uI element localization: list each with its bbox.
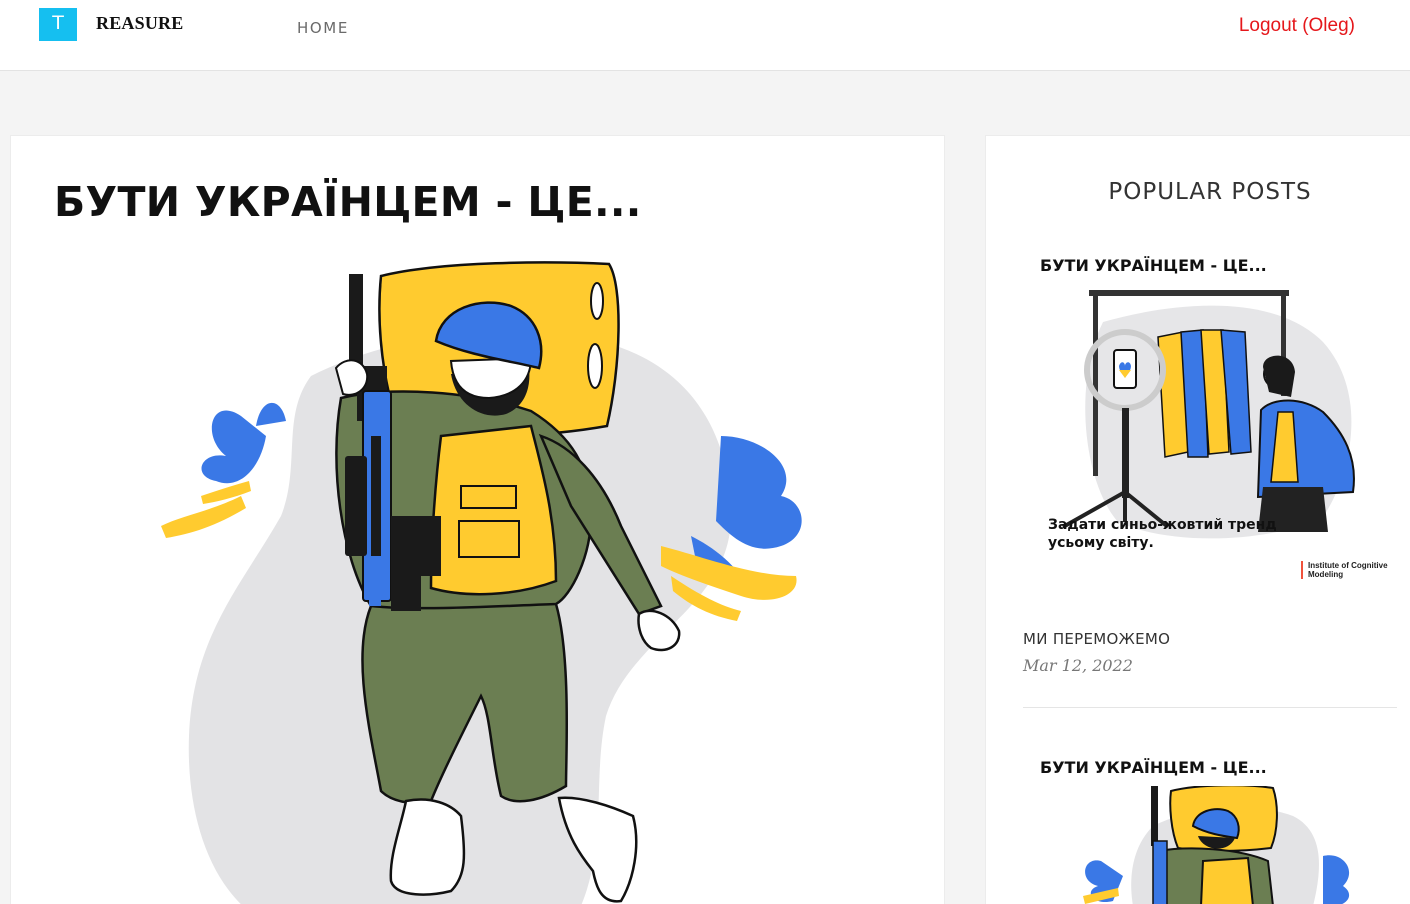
thumb-caption: Задати синьо-жовтий тренд усьому світу. bbox=[1048, 517, 1277, 551]
logo-text: REASURE bbox=[96, 13, 184, 33]
popular-posts-heading: POPULAR POSTS bbox=[1108, 179, 1312, 205]
top-navbar: T REASURE HOME Logout (Oleg) bbox=[0, 0, 1410, 71]
main-post-card: БУТИ УКРАЇНЦЕМ - ЦЕ... bbox=[10, 135, 945, 904]
fashion-rack-illustration bbox=[1062, 290, 1355, 539]
thumb-title: БУТИ УКРАЇНЦЕМ - ЦЕ... bbox=[1040, 256, 1267, 275]
popular-post-title[interactable]: МИ ПЕРЕМОЖЕМО bbox=[1023, 630, 1170, 648]
soldier-thumb-illustration bbox=[1083, 786, 1350, 904]
left-splash bbox=[161, 402, 286, 538]
thumb-credit: Institute of Cognitive Modeling bbox=[1301, 561, 1391, 579]
popular-post-date: Mar 12, 2022 bbox=[1023, 656, 1133, 675]
post-image-title: БУТИ УКРАЇНЦЕМ - ЦЕ... bbox=[54, 178, 642, 226]
logo-mark: T bbox=[39, 8, 77, 41]
tactical-vest bbox=[429, 424, 558, 596]
site-logo[interactable]: T REASURE bbox=[39, 8, 183, 41]
soldier-illustration bbox=[161, 261, 802, 904]
post-divider bbox=[1023, 707, 1397, 708]
logout-link[interactable]: Logout (Oleg) bbox=[1239, 15, 1355, 37]
popular-posts-sidebar: POPULAR POSTS БУТИ УКРАЇНЦЕМ - ЦЕ... Зад… bbox=[985, 135, 1410, 904]
popular-post-item[interactable]: БУТИ УКРАЇНЦЕМ - ЦЕ... bbox=[1023, 748, 1397, 904]
popular-post-item[interactable]: БУТИ УКРАЇНЦЕМ - ЦЕ... Задати синьо-жовт… bbox=[1023, 248, 1397, 718]
thumb-title: БУТИ УКРАЇНЦЕМ - ЦЕ... bbox=[1040, 758, 1267, 777]
left-boot bbox=[389, 798, 466, 896]
nav-home-link[interactable]: HOME bbox=[297, 19, 349, 37]
